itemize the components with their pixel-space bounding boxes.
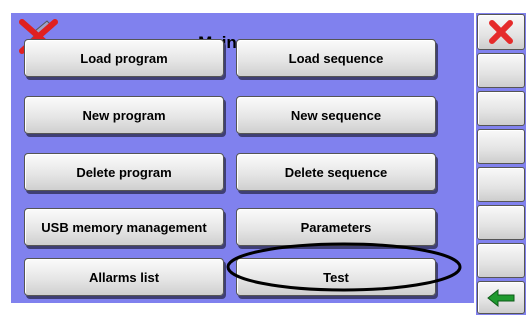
parameters-button[interactable]: Parameters — [236, 208, 436, 246]
new-sequence-button[interactable]: New sequence — [236, 96, 436, 134]
side-slot-5-button[interactable] — [477, 205, 525, 240]
side-slot-2-button[interactable] — [477, 91, 525, 126]
delete-program-button[interactable]: Delete program — [24, 153, 224, 191]
red-x-icon — [489, 20, 513, 44]
side-slot-4-button[interactable] — [477, 167, 525, 202]
delete-sequence-button[interactable]: Delete sequence — [236, 153, 436, 191]
usb-memory-management-button[interactable]: USB memory management — [24, 208, 224, 246]
screen: Main menu Load program Load sequence New… — [0, 0, 526, 315]
green-left-arrow-icon — [487, 288, 515, 307]
new-program-button[interactable]: New program — [24, 96, 224, 134]
side-slot-3-button[interactable] — [477, 129, 525, 164]
allarms-list-button[interactable]: Allarms list — [24, 258, 224, 296]
side-slot-6-button[interactable] — [477, 243, 525, 278]
side-slot-1-button[interactable] — [477, 53, 525, 88]
test-button[interactable]: Test — [236, 258, 436, 296]
load-program-button[interactable]: Load program — [24, 39, 224, 77]
close-button[interactable] — [477, 14, 525, 50]
back-button[interactable] — [477, 281, 525, 314]
load-sequence-button[interactable]: Load sequence — [236, 39, 436, 77]
